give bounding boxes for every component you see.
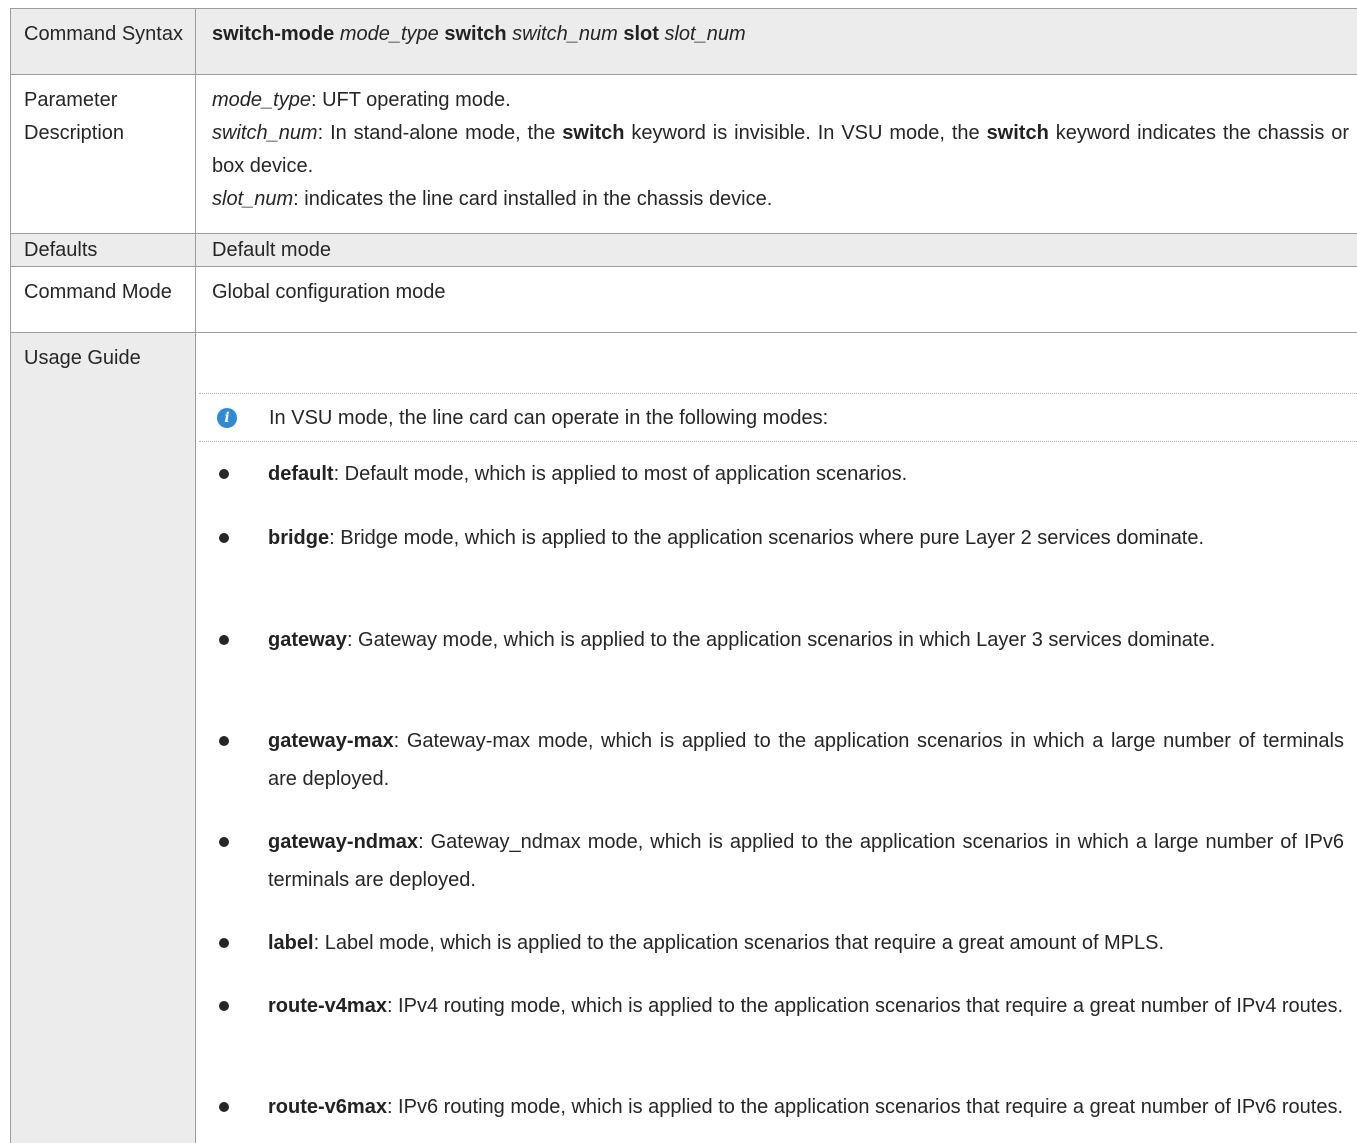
- mode-list-item: gateway: Gateway mode, which is applied …: [199, 621, 1344, 659]
- mode-list-item: gateway-max: Gateway-max mode, which is …: [199, 722, 1344, 798]
- mode-text: bridge: Bridge mode, which is applied to…: [268, 519, 1344, 557]
- bullet-icon: [219, 837, 229, 847]
- mode-list-item: gateway-ndmax: Gateway_ndmax mode, which…: [199, 823, 1344, 899]
- mode-name: bridge: [268, 527, 330, 549]
- param-text: : indicates the line card installed in t…: [293, 188, 773, 210]
- keyword: slot: [623, 23, 659, 45]
- mode-name: route-v6max: [268, 1096, 387, 1118]
- bullet-icon: [219, 1102, 229, 1112]
- mode-text: label: Label mode, which is applied to t…: [268, 924, 1344, 962]
- mode-text: gateway-max: Gateway-max mode, which is …: [268, 722, 1344, 798]
- row-defaults: Defaults Default mode: [10, 233, 1357, 266]
- note-text: In VSU mode, the line card can operate i…: [269, 407, 829, 429]
- param-name: slot_num: [212, 188, 294, 210]
- bullet-icon: [219, 1001, 229, 1011]
- argument: switch_num: [512, 23, 618, 45]
- argument: mode_type: [339, 23, 439, 45]
- command-syntax-value: switch-mode mode_type switch switch_num …: [196, 9, 1357, 74]
- mode-text: gateway-ndmax: Gateway_ndmax mode, which…: [268, 823, 1344, 899]
- mode-desc: : IPv6 routing mode, which is applied to…: [386, 1096, 1344, 1118]
- mode-list-item: bridge: Bridge mode, which is applied to…: [199, 519, 1344, 557]
- row-command-syntax: Command Syntax switch-mode mode_type swi…: [10, 8, 1357, 74]
- keyword: switch: [444, 23, 507, 45]
- row-label: Command Syntax: [10, 9, 196, 74]
- row-label: Parameter Description: [10, 75, 196, 233]
- param-name: switch_num: [212, 122, 318, 144]
- argument: slot_num: [664, 23, 746, 45]
- document-page: { "rows": { "syntax": {"label": "Command…: [0, 0, 1357, 1143]
- bullet-icon: [219, 635, 229, 645]
- param-line: slot_num: indicates the line card instal…: [212, 183, 1357, 216]
- param-line: mode_type: UFT operating mode.: [212, 84, 1357, 117]
- mode-name: default: [268, 463, 334, 485]
- mode-desc: : Default mode, which is applied to most…: [333, 463, 908, 485]
- param-line: switch_num: In stand-alone mode, the swi…: [212, 117, 1357, 183]
- mode-list-item: route-v6max: IPv6 routing mode, which is…: [199, 1088, 1344, 1126]
- mode-desc: : Bridge mode, which is applied to the a…: [329, 527, 1205, 549]
- mode-name: gateway-max: [268, 730, 394, 752]
- mode-text: route-v4max: IPv4 routing mode, which is…: [268, 987, 1344, 1025]
- row-parameter-description: Parameter Description mode_type: UFT ope…: [10, 74, 1357, 233]
- keyword: switch: [562, 122, 625, 144]
- mode-text: gateway: Gateway mode, which is applied …: [268, 621, 1344, 659]
- bullet-icon: [219, 736, 229, 746]
- row-label: Defaults: [10, 234, 196, 266]
- parameter-description-value: mode_type: UFT operating mode. switch_nu…: [196, 75, 1357, 233]
- param-text: : In stand-alone mode, the: [317, 122, 563, 144]
- mode-name: route-v4max: [268, 995, 387, 1017]
- bullet-icon: [219, 469, 229, 479]
- param-name: mode_type: [212, 89, 311, 111]
- command-mode-value: Global configuration mode: [212, 281, 446, 303]
- bullet-icon: [219, 938, 229, 948]
- mode-name: gateway: [268, 629, 347, 651]
- mode-text: default: Default mode, which is applied …: [268, 455, 1344, 493]
- mode-desc: : Gateway_ndmax mode, which is applied t…: [268, 831, 1344, 891]
- row-command-mode: Command Mode Global configuration mode: [10, 266, 1357, 332]
- mode-list-item: route-v4max: IPv4 routing mode, which is…: [199, 987, 1344, 1025]
- mode-desc: : Label mode, which is applied to the ap…: [313, 932, 1165, 954]
- bullet-icon: [219, 533, 229, 543]
- mode-desc: : Gateway-max mode, which is applied to …: [268, 730, 1344, 790]
- info-note: i In VSU mode, the line card can operate…: [199, 393, 1357, 442]
- param-text: : UFT operating mode.: [310, 89, 511, 111]
- row-label: Usage Guide: [10, 333, 196, 1143]
- mode-list-item: label: Label mode, which is applied to t…: [199, 924, 1344, 962]
- mode-desc: : Gateway mode, which is applied to the …: [346, 629, 1216, 651]
- defaults-value: Default mode: [196, 234, 1357, 266]
- mode-name: label: [268, 932, 314, 954]
- command-reference-table: Command Syntax switch-mode mode_type swi…: [10, 8, 1357, 1143]
- mode-text: route-v6max: IPv6 routing mode, which is…: [268, 1088, 1344, 1126]
- mode-name: gateway-ndmax: [268, 831, 419, 853]
- keyword: switch: [986, 122, 1049, 144]
- info-icon: i: [217, 408, 237, 428]
- keyword: switch-mode: [212, 23, 335, 45]
- mode-list-item: default: Default mode, which is applied …: [199, 455, 1344, 493]
- row-label: Command Mode: [10, 267, 196, 332]
- mode-desc: : IPv4 routing mode, which is applied to…: [386, 995, 1344, 1017]
- param-text: keyword is invisible. In VSU mode, the: [624, 122, 987, 144]
